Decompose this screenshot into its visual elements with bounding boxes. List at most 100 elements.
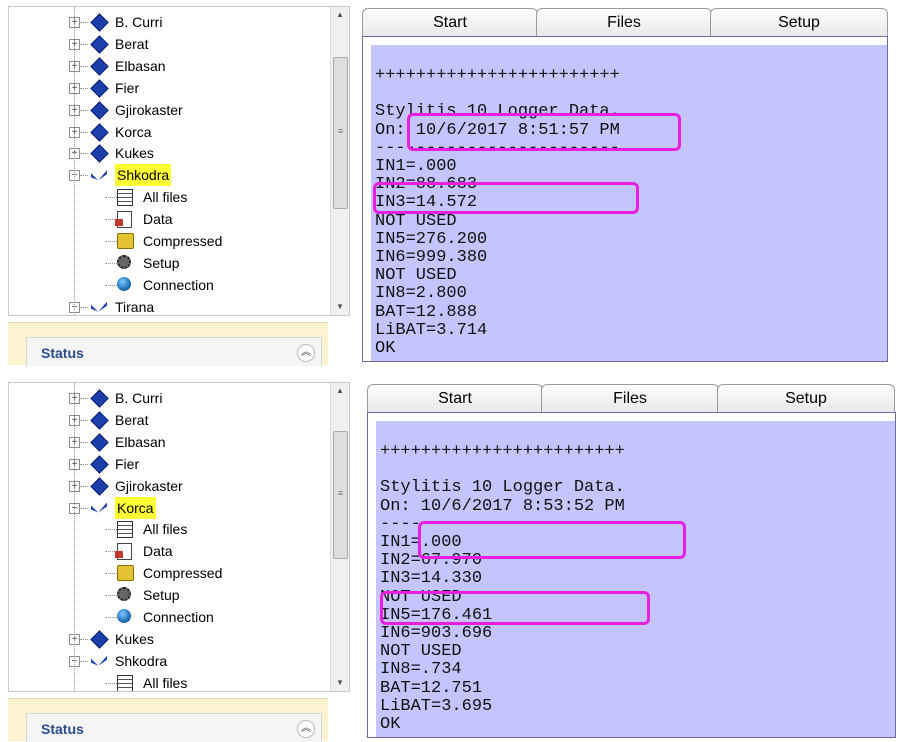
folder-diamond-icon [90, 411, 109, 430]
tree-child-item[interactable]: Compressed [9, 230, 329, 252]
in3-highlight [380, 591, 650, 625]
collapse-icon[interactable]: ︽ [297, 344, 315, 362]
tree-station-item[interactable]: + Gjirokaster [9, 475, 329, 497]
tree-station-item[interactable]: + Fier [9, 453, 329, 475]
tree-connector [80, 485, 88, 487]
folder-diamond-icon [90, 630, 109, 649]
tab-setup[interactable]: Setup [710, 8, 888, 36]
tree-scrollbar[interactable]: ▲ ≡ ▼ [330, 7, 349, 315]
tree-station-item[interactable]: + Korca [9, 121, 329, 143]
tree-child-item[interactable]: Data [9, 540, 329, 562]
status-pane: Status ︽ [8, 322, 328, 366]
tree-child-item[interactable]: All files [9, 518, 329, 540]
tab-start[interactable]: Start [367, 384, 543, 412]
tree-connector [80, 109, 88, 111]
tree-child-item[interactable]: All files [9, 186, 329, 208]
tree-connector [80, 175, 88, 177]
tree-item-label: Connection [143, 276, 214, 293]
tab-files[interactable]: Files [536, 8, 712, 36]
tree-connector [80, 507, 88, 509]
scroll-down-icon[interactable]: ▼ [331, 675, 349, 691]
scroll-thumb[interactable]: ≡ [333, 431, 348, 559]
tab-start[interactable]: Start [362, 8, 538, 36]
folder-diamond-icon [90, 476, 109, 496]
tree-connector [105, 197, 117, 199]
console-line: IN1=.000 [375, 157, 457, 177]
scroll-down-icon[interactable]: ▼ [331, 299, 349, 315]
status-header[interactable]: Status ︽ [26, 713, 322, 742]
tree-connector [80, 660, 88, 662]
status-title: Status [41, 721, 84, 737]
tree-station-item[interactable]: − Tirana [9, 296, 329, 315]
tree-station-item[interactable]: − Shkodra [9, 164, 329, 187]
tab-strip: Start Files Setup [367, 384, 897, 412]
tree-station-item[interactable]: − Shkodra [9, 650, 329, 672]
scroll-up-icon[interactable]: ▲ [331, 7, 349, 23]
tree-connector [105, 284, 117, 286]
top-panel: + B. Curri + Berat + Elbasan + Fier + Gjirokaster… [0, 0, 900, 366]
status-header[interactable]: Status ︽ [26, 337, 322, 366]
tree-connector [80, 65, 88, 67]
tree-station-item[interactable]: + Kukes [9, 142, 329, 164]
tree-item-label: All files [143, 521, 188, 538]
station-tree[interactable]: + B. Curri + Berat + Elbasan + Fier + Gjirokaster… [8, 382, 350, 692]
tree-station-item[interactable]: − Korca [9, 496, 329, 519]
tree-item-label: Shkodra [115, 652, 168, 669]
tree-connector [80, 131, 88, 133]
tree-item-label: All files [143, 674, 188, 691]
tab-setup[interactable]: Setup [717, 384, 895, 412]
tree-station-item[interactable]: + B. Curri [9, 11, 329, 33]
console-line: NOT USED [375, 266, 457, 286]
folder-diamond-icon [90, 13, 109, 32]
folder-open-icon [91, 500, 107, 516]
tree-child-item[interactable]: Data [9, 208, 329, 230]
tree-station-item[interactable]: + Gjirokaster [9, 99, 329, 121]
tree-connector [80, 441, 88, 443]
tree-connector [80, 87, 88, 89]
status-title: Status [41, 345, 84, 361]
tree-item-label: Compressed [143, 565, 223, 582]
grip-icon: ≡ [337, 488, 344, 498]
folder-diamond-icon [90, 144, 109, 164]
tab-strip: Start Files Setup [362, 8, 892, 36]
tree-station-item[interactable]: + Elbasan [9, 431, 329, 453]
tree-child-item[interactable]: All files [9, 672, 329, 691]
tree-connector [105, 241, 117, 242]
tree-item-label: Elbasan [115, 57, 166, 74]
tree-station-item[interactable]: + Kukes [9, 628, 329, 650]
scroll-thumb[interactable]: ≡ [333, 57, 348, 209]
collapse-icon[interactable]: ︽ [297, 720, 315, 738]
tree-connector [80, 306, 88, 308]
tree-item-label: Shkodra [115, 164, 172, 187]
tree-item-label: B. Curri [115, 14, 163, 30]
tree-child-item[interactable]: Setup [9, 584, 329, 606]
console-line: NOT USED [375, 211, 457, 231]
tree-station-item[interactable]: + Fier [9, 77, 329, 99]
tree-connector [80, 419, 88, 421]
tab-files[interactable]: Files [541, 384, 719, 412]
console-line: LiBAT=3.714 [375, 320, 488, 340]
tree-child-item[interactable]: Setup [9, 252, 329, 274]
console-text: ++++++++++++++++++++++++ Stylitis 10 Log… [380, 442, 625, 734]
tree-station-item[interactable]: + Berat [9, 33, 329, 55]
tree-station-item[interactable]: + B. Curri [9, 387, 329, 409]
folder-diamond-icon [90, 100, 109, 120]
tree-guide-line [74, 383, 75, 691]
console-line: IN5=276.200 [375, 229, 488, 249]
tree-station-item[interactable]: + Elbasan [9, 55, 329, 77]
tree-item-label: Data [143, 211, 173, 228]
tree-station-item[interactable]: + Berat [9, 409, 329, 431]
logger-console: ++++++++++++++++++++++++ Stylitis 10 Log… [367, 412, 896, 738]
in3-highlight [373, 182, 639, 214]
station-tree[interactable]: + B. Curri + Berat + Elbasan + Fier + Gjirokaster… [8, 6, 350, 316]
tree-child-item[interactable]: Connection [9, 606, 329, 628]
tree-connector [105, 529, 117, 531]
console-line: IN8=2.800 [375, 284, 467, 304]
tree-scrollbar[interactable]: ▲ ≡ ▼ [330, 383, 349, 691]
scroll-up-icon[interactable]: ▲ [331, 383, 349, 399]
console-line: BAT=12.888 [375, 302, 478, 322]
tree-child-item[interactable]: Connection [9, 274, 329, 296]
bottom-panel: + B. Curri + Berat + Elbasan + Fier + Gjirokaster… [0, 376, 900, 742]
tree-child-item[interactable]: Compressed [9, 562, 329, 584]
